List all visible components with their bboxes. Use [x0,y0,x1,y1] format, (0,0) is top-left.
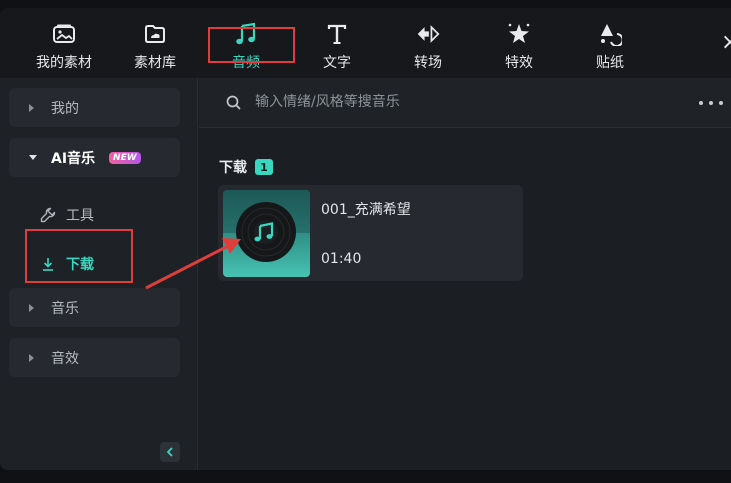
sticker-icon [598,22,622,46]
more-options-icon[interactable] [699,98,723,108]
tool-label: 我的素材 [36,55,92,71]
tool-audio[interactable]: 音频 [201,8,291,78]
sidebar-item-label: 工具 [66,208,94,224]
search-bar [199,78,731,128]
tool-transition[interactable]: 转场 [383,8,473,78]
text-t-icon [325,22,349,46]
tool-text[interactable]: 文字 [292,8,382,78]
sidebar-item-ai-music[interactable]: AI音乐 NEW [9,138,180,177]
section-title: 下载 [219,160,247,176]
close-icon[interactable]: × [721,30,731,56]
tool-effects[interactable]: 特效 [474,8,564,78]
new-badge: NEW [109,151,141,164]
tool-label: 贴纸 [596,55,624,71]
tool-label: 转场 [414,55,442,71]
chevron-right-icon [29,103,34,112]
music-note-icon [234,22,258,46]
sidebar-item-downloads[interactable]: 下载 [40,252,94,276]
sidebar-item-tools[interactable]: 工具 [40,203,94,227]
app-window: 我的素材 素材库 音频 文字 转场 特效 贴纸 × 我的 AI音乐 NEW 工具… [0,8,731,470]
vinyl-record-icon [223,190,310,262]
sidebar: 我的 AI音乐 NEW 工具 下载 音乐 音效 [0,78,198,470]
sidebar-item-music[interactable]: 音乐 [9,288,180,327]
search-input[interactable] [255,90,675,114]
section-header: 下载 1 [219,157,273,177]
chevron-down-icon [29,155,37,160]
sidebar-item-sound-effects[interactable]: 音效 [9,338,180,377]
chevron-right-icon [29,303,34,312]
audio-thumbnail [223,190,310,277]
stock-library-icon [143,22,167,46]
main-panel: 下载 1 001_充满希望 01:40 [199,78,731,470]
tool-label: 文字 [323,55,351,71]
audio-title: 001_充满希望 [321,202,411,218]
transition-icon [416,22,440,46]
tool-stock-library[interactable]: 素材库 [110,8,200,78]
chevron-left-icon [166,447,173,457]
sidebar-item-label: 音乐 [51,300,79,317]
chevron-right-icon [29,353,34,362]
sidebar-item-mine[interactable]: 我的 [9,88,180,127]
effects-sparkle-icon [507,22,531,46]
tool-my-media[interactable]: 我的素材 [19,8,109,78]
tool-label: 音频 [232,55,260,71]
my-media-icon [52,22,76,46]
audio-duration: 01:40 [321,251,362,267]
sidebar-item-label: 下载 [66,257,94,273]
search-icon [226,95,241,110]
sidebar-item-label: 音效 [51,350,79,367]
sidebar-item-label: AI音乐 [51,150,96,167]
tool-stickers[interactable]: 贴纸 [565,8,655,78]
tool-label: 素材库 [134,55,176,71]
download-icon [40,256,56,272]
top-toolbar: 我的素材 素材库 音频 文字 转场 特效 贴纸 × [0,8,731,78]
audio-card[interactable]: 001_充满希望 01:40 [218,185,523,281]
count-badge: 1 [255,159,273,175]
wrench-icon [40,207,56,223]
sidebar-item-label: 我的 [51,100,79,117]
collapse-sidebar-button[interactable] [160,442,180,462]
tool-label: 特效 [505,55,533,71]
